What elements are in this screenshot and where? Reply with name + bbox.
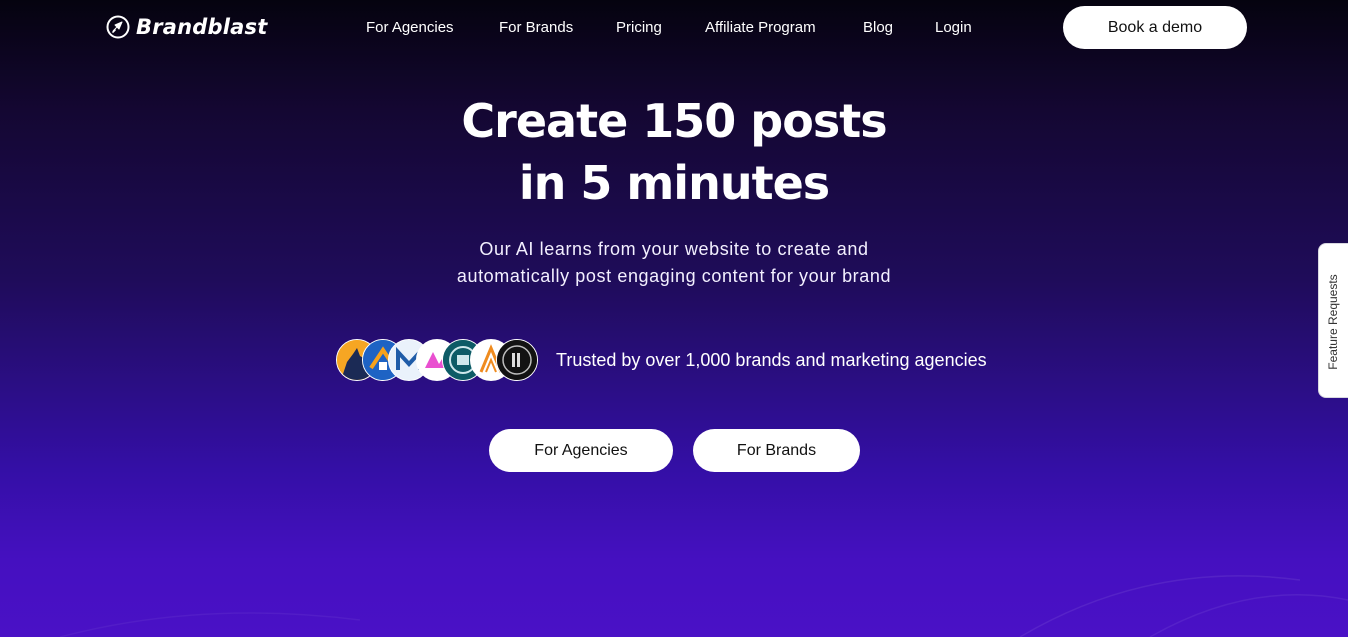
for-agencies-button[interactable]: For Agencies bbox=[489, 429, 673, 472]
brand-name: Brandblast bbox=[136, 15, 268, 39]
feature-requests-label: Feature Requests bbox=[1326, 274, 1340, 370]
book-demo-button[interactable]: Book a demo bbox=[1063, 6, 1247, 49]
hero-subtitle-line-1: Our AI learns from your website to creat… bbox=[479, 239, 869, 259]
hero-title: Create 150 posts in 5 minutes bbox=[0, 90, 1348, 214]
social-proof: Trusted by over 1,000 brands and marketi… bbox=[336, 339, 987, 381]
for-brands-button[interactable]: For Brands bbox=[693, 429, 860, 472]
rocket-circle-icon bbox=[106, 15, 130, 39]
nav-for-agencies[interactable]: For Agencies bbox=[366, 19, 454, 36]
hero-title-line-2: in 5 minutes bbox=[518, 156, 830, 210]
client-logo-dark bbox=[496, 339, 538, 381]
hero-subtitle: Our AI learns from your website to creat… bbox=[0, 236, 1348, 290]
dark-badge-logo-icon bbox=[497, 340, 537, 380]
hero-title-line-1: Create 150 posts bbox=[461, 94, 887, 148]
trusted-by-text: Trusted by over 1,000 brands and marketi… bbox=[556, 350, 987, 370]
nav-pricing[interactable]: Pricing bbox=[616, 19, 662, 36]
nav-login[interactable]: Login bbox=[935, 19, 972, 36]
hero-subtitle-line-2: automatically post engaging content for … bbox=[456, 266, 892, 286]
background-decoration bbox=[59, 575, 1348, 637]
nav-for-brands[interactable]: For Brands bbox=[499, 19, 573, 36]
feature-requests-tab[interactable]: Feature Requests bbox=[1318, 243, 1348, 398]
nav-blog[interactable]: Blog bbox=[863, 19, 893, 36]
brand-logo[interactable]: Brandblast bbox=[106, 14, 267, 40]
top-navigation: Brandblast For Agencies For Brands Prici… bbox=[0, 0, 1348, 56]
client-logo-stack bbox=[336, 339, 538, 381]
nav-affiliate-program[interactable]: Affiliate Program bbox=[705, 19, 816, 36]
